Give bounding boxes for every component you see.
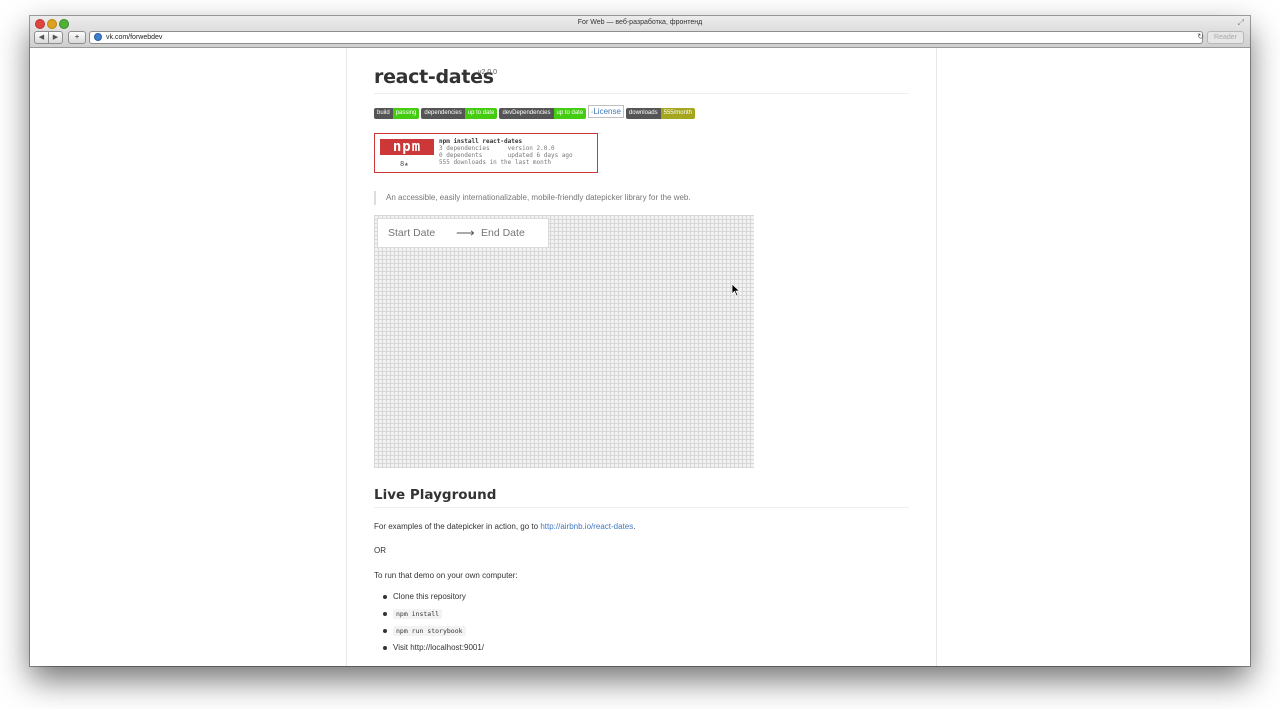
page-viewport: react-dates v2.0.0 build passing dependenc… (30, 48, 1250, 666)
build-badge[interactable]: build passing (374, 108, 420, 119)
list-item: npm run storybook (383, 625, 484, 642)
badge-label: dependencies (421, 108, 465, 119)
npm-install-command: npm install react-dates (439, 138, 523, 145)
arrow-right-icon: ⟶ (456, 225, 475, 240)
badge-value: passing (392, 108, 420, 119)
npm-logo: npm (380, 139, 434, 155)
description-quote: An accessible, easily internationalizabl… (374, 191, 691, 205)
badge-row: build passing dependencies up to date devDep… (374, 105, 697, 120)
step-code: npm install (393, 609, 443, 619)
title-divider (374, 93, 909, 94)
list-item: npm install (383, 608, 484, 625)
intro-suffix: . (633, 522, 636, 531)
forward-button[interactable]: ▶ (48, 31, 63, 44)
downloads-badge[interactable]: downloads 555/month (625, 108, 695, 119)
step-text: Visit http://localhost:9001/ (393, 643, 485, 652)
end-date-input[interactable]: End Date (481, 219, 525, 247)
demo-link[interactable]: http://airbnb.io/react-dates (540, 522, 633, 531)
url-text[interactable]: vk.com/forwebdev (106, 32, 162, 43)
badge-value: up to date (464, 108, 498, 119)
back-icon: ◀ (38, 34, 45, 41)
reload-icon[interactable]: ↻ (1197, 31, 1204, 42)
demo-grid-area: Start Date ⟶ End Date (374, 215, 754, 468)
badge-value: 555/month (660, 108, 695, 119)
npm-card[interactable]: npm 8★ npm install react-dates 3 depende… (374, 133, 598, 173)
dependencies-badge[interactable]: dependencies up to date (421, 108, 498, 119)
intro-text: For examples of the datepicker in action… (374, 522, 541, 531)
fullscreen-icon[interactable]: ⤢ (1238, 18, 1244, 28)
badge-value: up to date (553, 108, 587, 119)
reader-button[interactable]: Reader (1207, 31, 1244, 44)
start-date-input[interactable]: Start Date (388, 219, 435, 247)
step-text: Clone this repository (393, 592, 466, 601)
or-paragraph: OR (374, 546, 386, 555)
heading-divider (374, 507, 909, 508)
step-code: npm run storybook (393, 626, 466, 636)
run-demo-paragraph: To run that demo on your own computer: (374, 571, 518, 580)
content-column: react-dates v2.0.0 build passing dependenc… (346, 48, 937, 666)
badge-label: devDependencies (499, 108, 554, 119)
window-title: For Web — веб-разработка, фронтенд (577, 19, 703, 26)
readme-title: react-dates (374, 66, 494, 88)
dev-dependencies-badge[interactable]: devDependencies up to date (499, 108, 587, 119)
badge-label: downloads (625, 108, 661, 119)
date-range-picker[interactable]: Start Date ⟶ End Date (377, 218, 549, 248)
npm-stat-line: 555 downloads in the last month (439, 159, 551, 166)
title-bar: For Web — веб-разработка, фронтенд ⤢ ◀ ▶… (30, 16, 1250, 48)
globe-icon (94, 33, 102, 41)
license-badge[interactable]: ▫License (588, 105, 624, 118)
npm-stat-line: 3 dependencies version 2.0.0 (439, 145, 555, 152)
address-bar[interactable]: vk.com/forwebdev (89, 31, 1203, 44)
live-playground-heading: Live Playground (374, 487, 497, 503)
back-button[interactable]: ◀ (34, 31, 49, 44)
npm-stats: npm install react-dates 3 dependencies v… (439, 138, 573, 166)
license-alt-text: License (593, 107, 621, 116)
list-item: Visit http://localhost:9001/ (383, 642, 484, 659)
version-label: v2.0.0 (478, 69, 498, 76)
badge-label: build (374, 108, 393, 119)
npm-stars: 8★ (400, 160, 409, 168)
plus-icon: + (74, 34, 80, 41)
forward-icon: ▶ (52, 34, 59, 41)
intro-paragraph: For examples of the datepicker in action… (374, 522, 636, 531)
npm-stat-line: 0 dependents updated 6 days ago (439, 152, 573, 159)
list-item: Clone this repository (383, 591, 484, 608)
setup-steps-list: Clone this repository npm install npm ru… (383, 591, 484, 659)
browser-window: For Web — веб-разработка, фронтенд ⤢ ◀ ▶… (30, 16, 1250, 666)
add-bookmark-button[interactable]: + (68, 31, 86, 44)
